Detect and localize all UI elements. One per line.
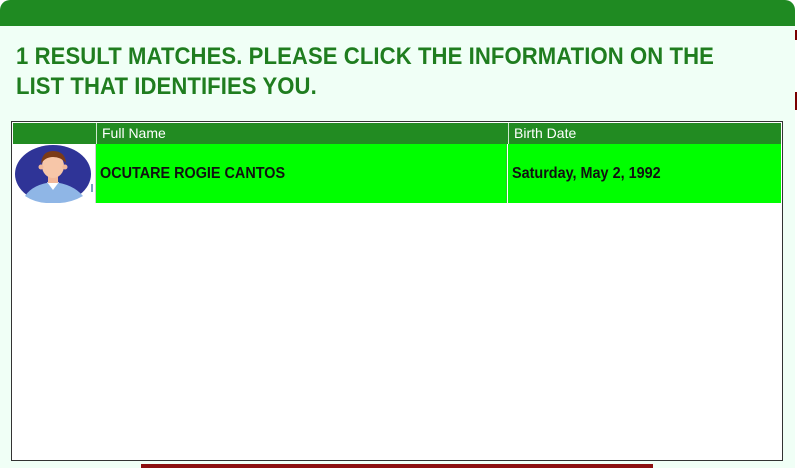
column-header-full-name[interactable]: Full Name [96,123,508,144]
user-avatar-icon [15,145,93,204]
column-header-photo [13,123,96,144]
dialog-title-bar [0,0,795,26]
full-name-cell[interactable]: OCUTARE ROGIE CANTOS [96,144,507,203]
column-header-birth-date[interactable]: Birth Date [508,123,781,144]
bottom-accent-bar [141,464,653,468]
page-title: 1 RESULT MATCHES. PLEASE CLICK THE INFOR… [16,43,714,100]
birth-date-text: Saturday, May 2, 1992 [512,165,661,182]
avatar[interactable] [13,144,96,204]
table-row[interactable]: OCUTARE ROGIE CANTOS Saturday, May 2, 19… [13,144,781,204]
match-dialog: 1 RESULT MATCHES. PLEASE CLICK THE INFOR… [0,0,795,468]
results-table: Full Name Birth Date OCUTARE ROGIE CANTO… [11,121,783,461]
birth-date-cell[interactable]: Saturday, May 2, 1992 [508,144,781,203]
full-name-text: OCUTARE ROGIE CANTOS [100,165,286,182]
table-header: Full Name Birth Date [13,123,781,144]
